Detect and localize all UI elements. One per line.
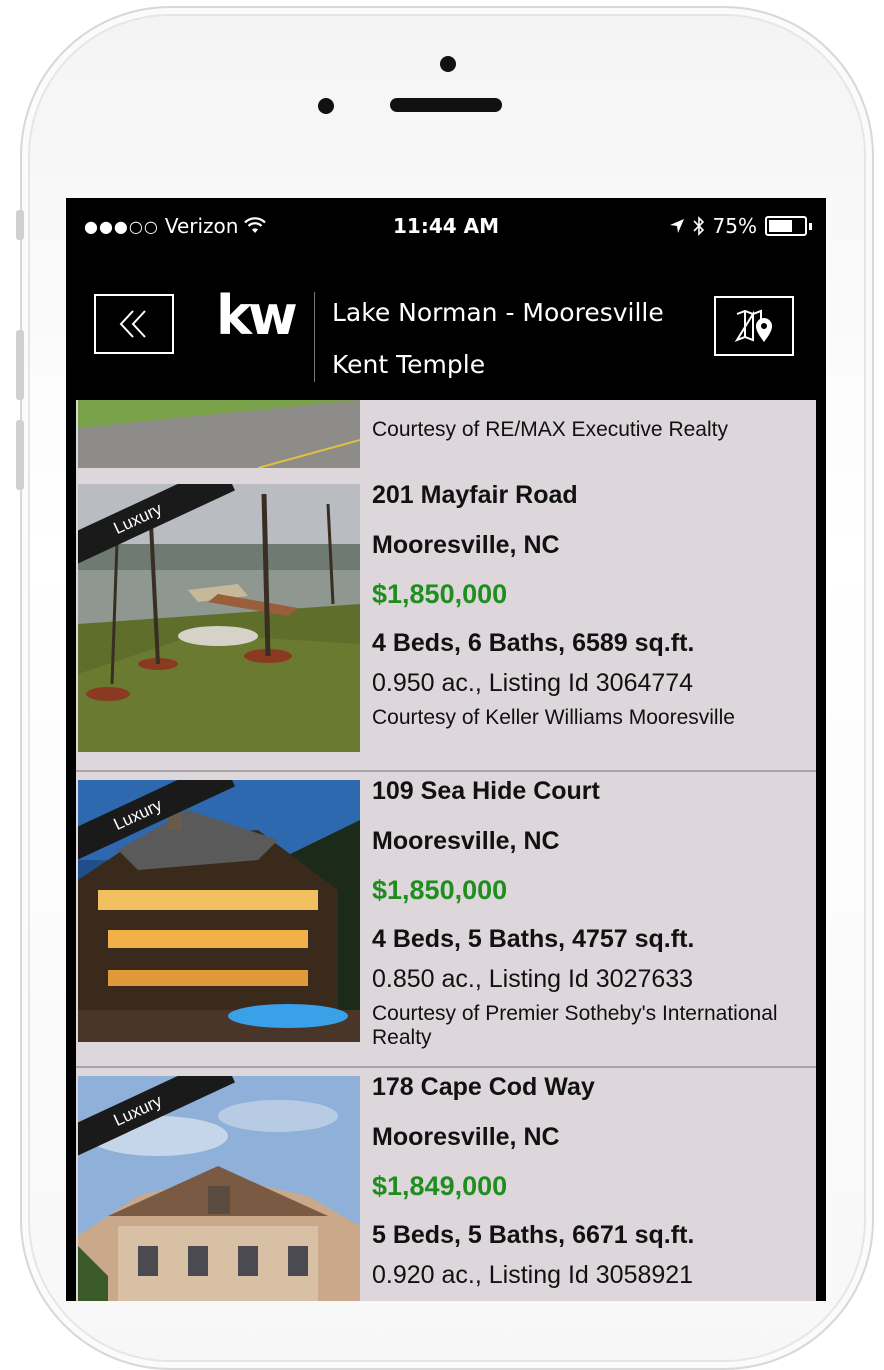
logo-divider xyxy=(314,292,315,382)
listing-courtesy: Courtesy of RE/MAX Executive Realty xyxy=(372,418,728,441)
listing-lot: 0.850 ac., Listing Id 3027633 xyxy=(372,965,694,993)
screen: ●●●○○ Verizon 11:44 AM 75% kw Lake Norma… xyxy=(66,198,826,1301)
back-button[interactable] xyxy=(94,294,174,354)
listing-price: $1,850,000 xyxy=(372,579,508,609)
page-title: Lake Norman - Mooresville xyxy=(332,298,664,327)
map-pin-icon xyxy=(734,309,772,342)
listing-price: $1,850,000 xyxy=(372,875,508,905)
front-camera xyxy=(440,56,456,72)
listing-lot: 0.920 ac., Listing Id 3058921 xyxy=(372,1261,694,1289)
battery-percent: 75% xyxy=(712,214,757,238)
listing-price: $1,849,000 xyxy=(372,1171,508,1201)
status-bar: ●●●○○ Verizon 11:44 AM 75% xyxy=(66,198,826,256)
listing-address: 178 Cape Cod Way xyxy=(372,1073,595,1101)
listing-specs: 5 Beds, 5 Baths, 6671 sq.ft. xyxy=(372,1221,695,1249)
mute-switch xyxy=(16,210,24,240)
location-arrow-icon xyxy=(669,219,684,233)
nav-bar: kw Lake Norman - Mooresville Kent Temple xyxy=(66,256,826,400)
agent-name: Kent Temple xyxy=(332,350,486,379)
listing-address: 109 Sea Hide Court xyxy=(372,777,600,805)
battery-nub xyxy=(809,222,812,230)
listing-city: Mooresville, NC xyxy=(372,531,560,559)
listing-info: 201 Mayfair Road Mooresville, NC $1,850,… xyxy=(372,476,812,730)
listing-lot: 0.950 ac., Listing Id 3064774 xyxy=(372,669,694,697)
listing-photo: Luxury xyxy=(78,484,360,752)
earpiece-speaker xyxy=(390,98,502,112)
map-view-button[interactable] xyxy=(714,296,794,356)
bluetooth-icon xyxy=(692,216,704,236)
battery-fill xyxy=(769,220,792,232)
listing-info: 178 Cape Cod Way Mooresville, NC $1,849,… xyxy=(372,1068,812,1290)
listing-item[interactable]: Luxury 178 Cape Cod Way Mooresville, NC … xyxy=(76,1068,816,1301)
listing-specs: 4 Beds, 6 Baths, 6589 sq.ft. xyxy=(372,629,695,657)
listing-city: Mooresville, NC xyxy=(372,1123,560,1151)
listing-item[interactable]: Luxury 109 Sea Hide Court Mooresville, N… xyxy=(76,772,816,1068)
status-icons: 75% xyxy=(669,214,812,238)
listing-specs: 4 Beds, 5 Baths, 4757 sq.ft. xyxy=(372,925,695,953)
volume-up-button xyxy=(16,330,24,400)
listing-city: Mooresville, NC xyxy=(372,827,560,855)
listing-photo: Luxury xyxy=(78,1076,360,1301)
listing-courtesy: Courtesy of Premier Sotheby's Internatio… xyxy=(372,1002,778,1049)
listing-address: 201 Mayfair Road xyxy=(372,481,578,509)
double-chevron-left-icon xyxy=(119,310,146,338)
listing-item[interactable]: Luxury 201 Mayfair Road Mooresville, NC … xyxy=(76,476,816,772)
volume-down-button xyxy=(16,420,24,490)
proximity-sensor xyxy=(318,98,334,114)
listing-info: Courtesy of RE/MAX Executive Realty xyxy=(372,400,812,442)
listings-list[interactable]: Courtesy of RE/MAX Executive Realty Luxu… xyxy=(76,400,816,1301)
listing-info: 109 Sea Hide Court Mooresville, NC $1,85… xyxy=(372,772,812,1050)
listing-item[interactable]: Courtesy of RE/MAX Executive Realty xyxy=(76,400,816,478)
listing-photo: Luxury xyxy=(78,780,360,1042)
battery-icon xyxy=(765,216,807,236)
kw-logo: kw xyxy=(216,284,298,347)
listing-photo xyxy=(78,400,360,468)
listing-courtesy: Courtesy of Keller Williams Mooresville xyxy=(372,706,735,729)
